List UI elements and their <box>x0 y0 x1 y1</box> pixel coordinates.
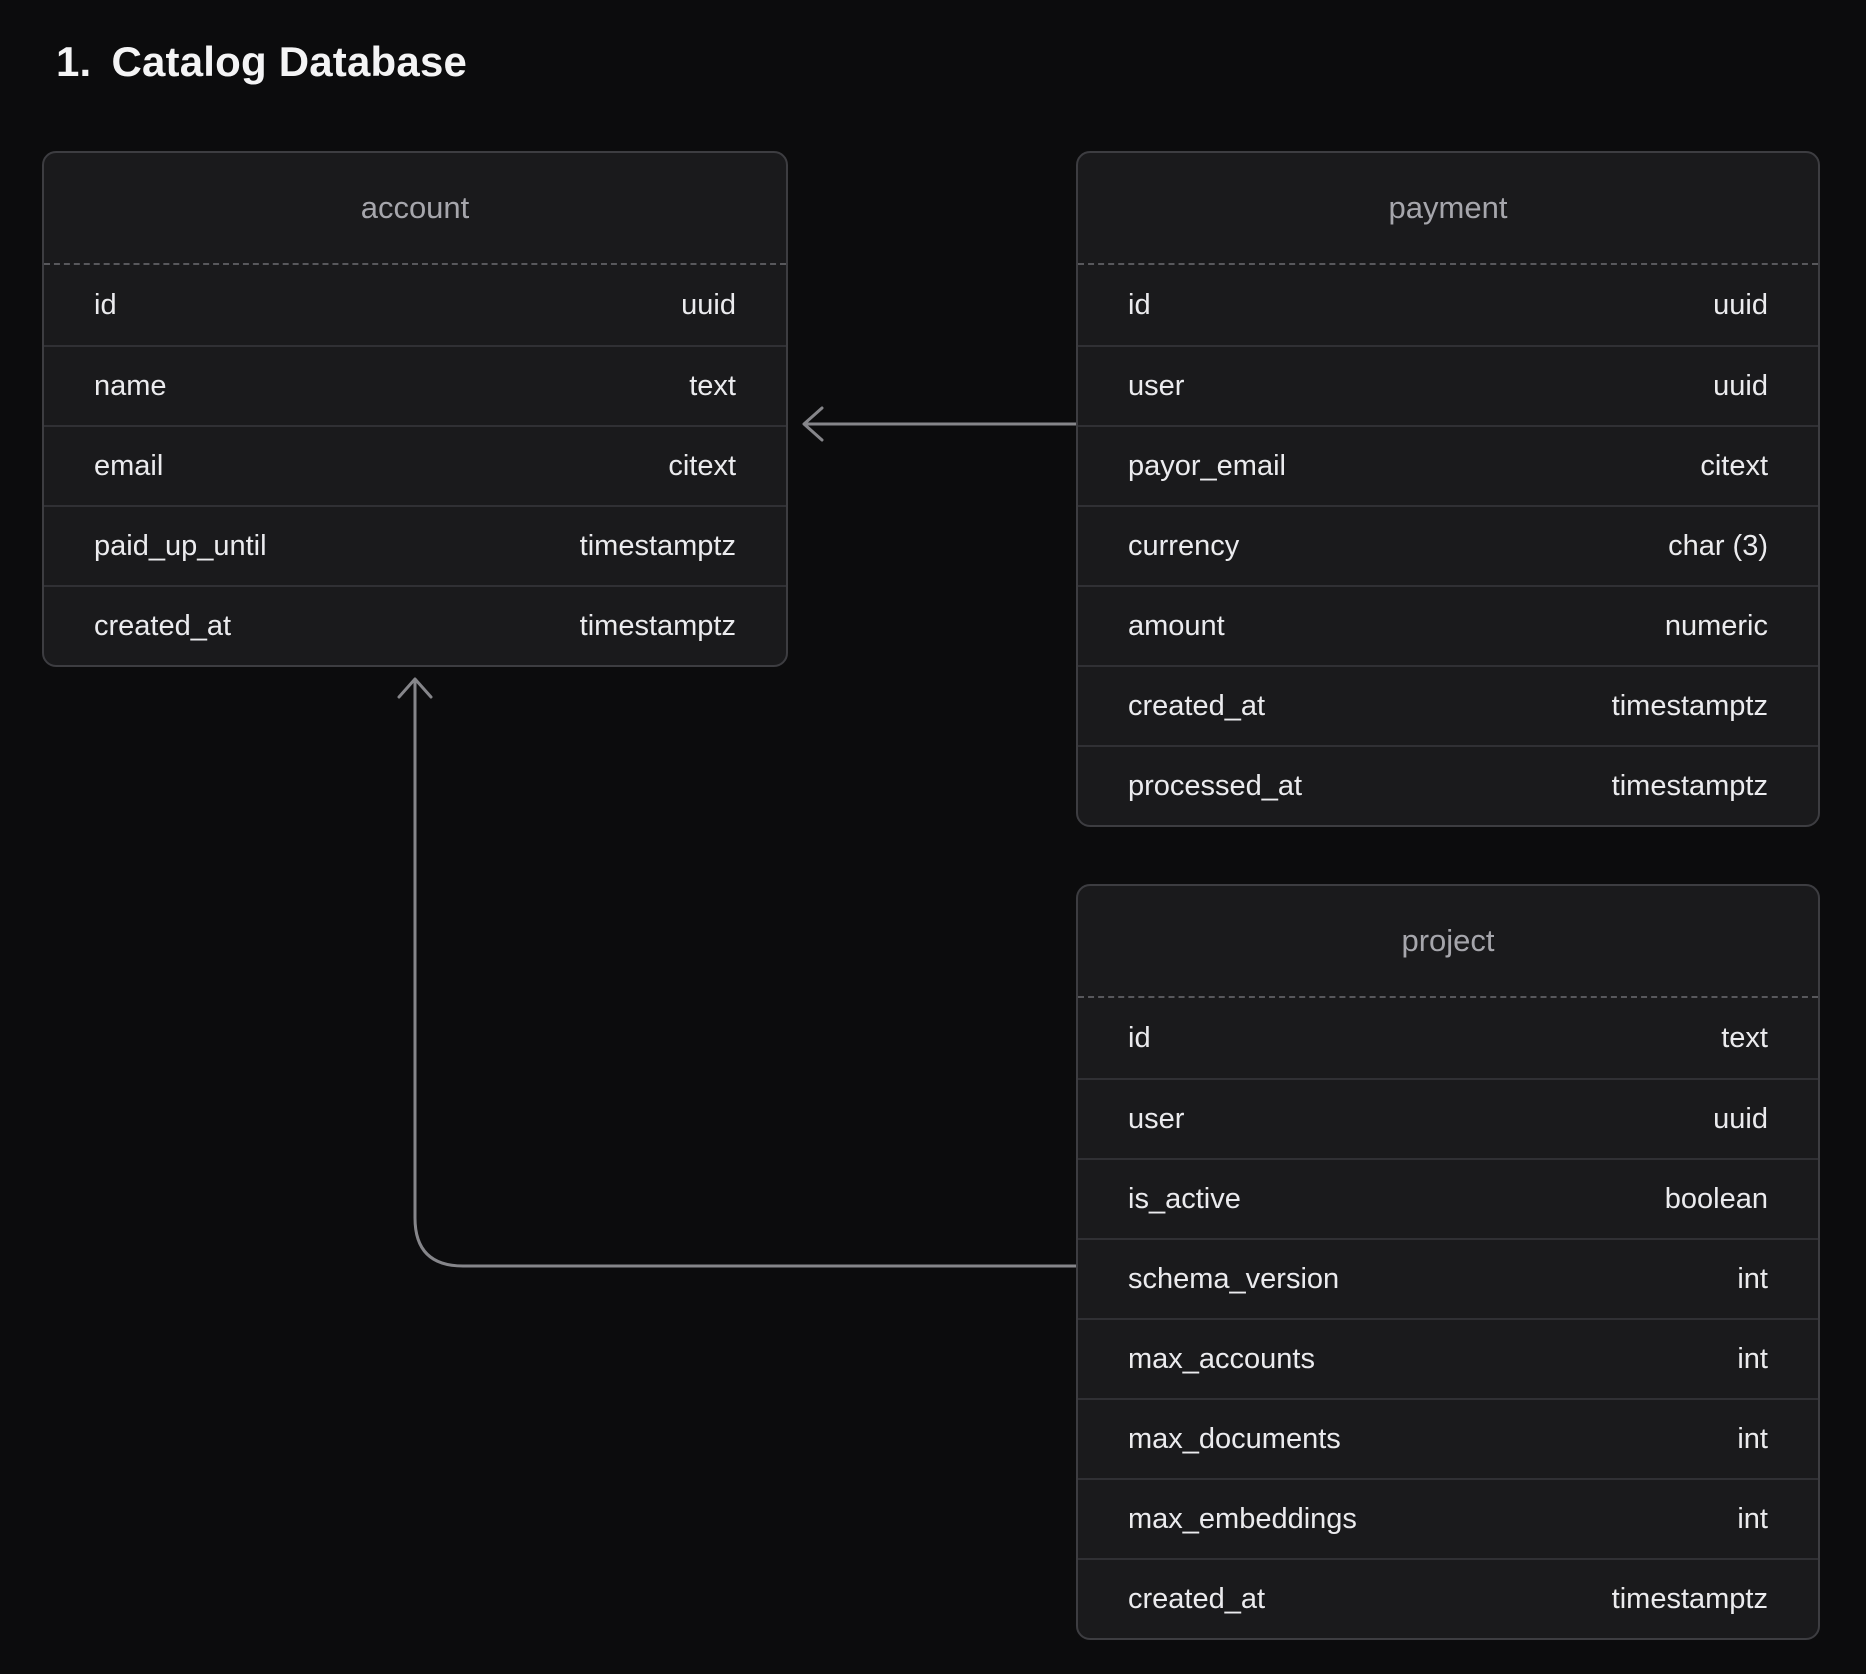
field-type: text <box>1721 1022 1768 1055</box>
field-name: created_at <box>1128 690 1265 723</box>
field-type: char (3) <box>1668 530 1768 563</box>
field-row-project-max_documents[interactable]: max_documents int <box>1078 1398 1818 1478</box>
field-type: timestamptz <box>1612 690 1768 723</box>
field-name: currency <box>1128 530 1239 563</box>
field-name: user <box>1128 370 1184 403</box>
field-row-project-created_at[interactable]: created_at timestamptz <box>1078 1558 1818 1638</box>
field-row-account-name[interactable]: name text <box>44 345 786 425</box>
diagram-canvas: 1. Catalog Database account id uuid name tex… <box>0 0 1866 1674</box>
field-type: timestamptz <box>1612 770 1768 803</box>
field-row-payment-amount[interactable]: amount numeric <box>1078 585 1818 665</box>
field-type: int <box>1737 1503 1768 1536</box>
field-name: max_embeddings <box>1128 1503 1357 1536</box>
field-row-project-is_active[interactable]: is_active boolean <box>1078 1158 1818 1238</box>
field-type: citext <box>668 450 736 483</box>
field-name: email <box>94 450 163 483</box>
table-title-account: account <box>44 153 786 265</box>
field-type: int <box>1737 1343 1768 1376</box>
page-title-marker: 1. <box>56 38 91 86</box>
field-type: int <box>1737 1263 1768 1296</box>
field-name: user <box>1128 1103 1184 1136</box>
field-type: int <box>1737 1423 1768 1456</box>
field-row-payment-id[interactable]: id uuid <box>1078 265 1818 345</box>
field-type: timestamptz <box>580 530 736 563</box>
field-row-account-created_at[interactable]: created_at timestamptz <box>44 585 786 665</box>
field-type: numeric <box>1665 610 1768 643</box>
field-name: id <box>94 289 117 322</box>
field-name: created_at <box>94 610 231 643</box>
connector-project-to-account <box>415 680 1076 1266</box>
field-name: is_active <box>1128 1183 1241 1216</box>
field-type: boolean <box>1665 1183 1768 1216</box>
arrowhead-payment-to-account <box>804 408 822 440</box>
field-type: uuid <box>681 289 736 322</box>
field-row-account-paid_up_until[interactable]: paid_up_until timestamptz <box>44 505 786 585</box>
field-type: uuid <box>1713 1103 1768 1136</box>
table-node-project[interactable]: project id text user uuid is_active boolean sch… <box>1076 884 1820 1640</box>
field-row-project-schema_version[interactable]: schema_version int <box>1078 1238 1818 1318</box>
field-name: id <box>1128 289 1151 322</box>
table-node-account[interactable]: account id uuid name text email citext paid_up_… <box>42 151 788 667</box>
page-title-text: Catalog Database <box>111 38 467 86</box>
field-name: schema_version <box>1128 1263 1339 1296</box>
field-name: processed_at <box>1128 770 1302 803</box>
field-name: payor_email <box>1128 450 1286 483</box>
field-name: amount <box>1128 610 1225 643</box>
field-row-project-max_accounts[interactable]: max_accounts int <box>1078 1318 1818 1398</box>
field-row-payment-user[interactable]: user uuid <box>1078 345 1818 425</box>
field-type: uuid <box>1713 370 1768 403</box>
table-title-payment: payment <box>1078 153 1818 265</box>
table-node-payment[interactable]: payment id uuid user uuid payor_email citext cu… <box>1076 151 1820 827</box>
field-row-payment-created_at[interactable]: created_at timestamptz <box>1078 665 1818 745</box>
arrowhead-project-to-account <box>399 679 431 697</box>
field-row-project-user[interactable]: user uuid <box>1078 1078 1818 1158</box>
field-type: text <box>689 370 736 403</box>
table-title-project: project <box>1078 886 1818 998</box>
field-name: created_at <box>1128 1583 1265 1616</box>
field-type: timestamptz <box>580 610 736 643</box>
page-title: 1. Catalog Database <box>56 38 467 86</box>
field-row-account-id[interactable]: id uuid <box>44 265 786 345</box>
field-name: paid_up_until <box>94 530 267 563</box>
field-type: citext <box>1700 450 1768 483</box>
field-row-project-max_embeddings[interactable]: max_embeddings int <box>1078 1478 1818 1558</box>
field-row-project-id[interactable]: id text <box>1078 998 1818 1078</box>
field-name: id <box>1128 1022 1151 1055</box>
field-type: timestamptz <box>1612 1583 1768 1616</box>
field-row-payment-currency[interactable]: currency char (3) <box>1078 505 1818 585</box>
field-type: uuid <box>1713 289 1768 322</box>
field-name: name <box>94 370 167 403</box>
field-row-account-email[interactable]: email citext <box>44 425 786 505</box>
field-name: max_accounts <box>1128 1343 1315 1376</box>
field-name: max_documents <box>1128 1423 1341 1456</box>
field-row-payment-processed_at[interactable]: processed_at timestamptz <box>1078 745 1818 825</box>
field-row-payment-payor_email[interactable]: payor_email citext <box>1078 425 1818 505</box>
